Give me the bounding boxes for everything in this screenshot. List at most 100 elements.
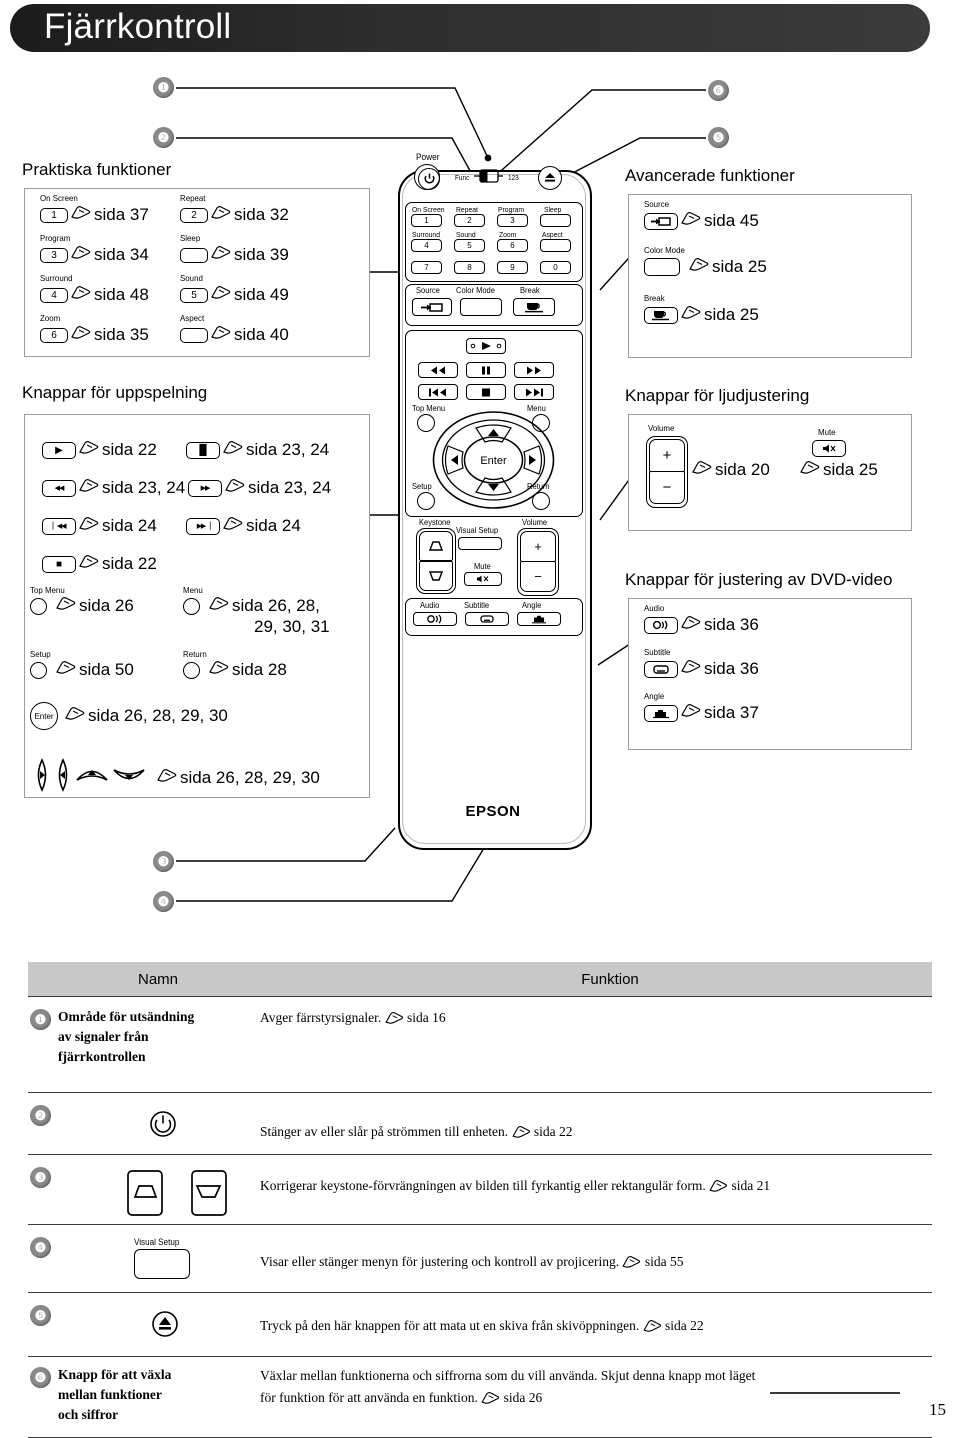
remote-label-angle: Angle — [522, 601, 542, 610]
practical-key-zoom[interactable]: 6 — [40, 327, 68, 343]
remote-pause-button[interactable] — [466, 362, 506, 378]
top-menu-button[interactable] — [30, 597, 47, 615]
return-button[interactable] — [183, 661, 200, 679]
pointer-hand-icon — [681, 704, 701, 722]
coffee-cup-icon[interactable] — [644, 306, 678, 324]
playback-ref-arrows: sida 26, 28, 29, 30 — [180, 767, 320, 787]
section-title-dvd: Knappar för justering av DVD-video — [625, 570, 893, 589]
remote-key-sleep[interactable] — [540, 214, 571, 227]
practical-key-program[interactable]: 3 — [40, 247, 68, 263]
practical-key-aspect[interactable] — [180, 327, 208, 343]
remote-key-aspect[interactable] — [540, 239, 571, 252]
eject-button[interactable] — [538, 166, 562, 190]
remote-label-power: Power — [416, 152, 440, 162]
table-row-num-6: ❻ — [30, 1367, 51, 1388]
pointer-hand-icon — [211, 326, 231, 344]
source-icon[interactable] — [644, 212, 678, 230]
prev-track-icon[interactable]: ▏◀◀ — [42, 517, 76, 535]
remote-audio-button[interactable] — [413, 612, 457, 626]
enter-button[interactable]: Enter — [30, 702, 58, 730]
func-ref: sida 21 — [731, 1178, 771, 1193]
playback-ref-rewind: sida 23, 24 — [102, 478, 186, 497]
practical-key-sleep[interactable] — [180, 247, 208, 263]
menu-button[interactable] — [183, 597, 200, 615]
advanced-ref-source: sida 45 — [704, 211, 759, 230]
practical-item-aspect: Aspect sida 40 — [180, 314, 289, 345]
remote-rewind-button[interactable] — [418, 362, 458, 378]
pointer-hand-icon — [71, 246, 91, 264]
remote-volume-rocker[interactable]: + − — [517, 528, 559, 596]
playback-ref-stop: sida 22 — [102, 554, 157, 573]
volume-down-button[interactable]: − — [649, 471, 685, 504]
remote-volume-up-button[interactable]: + — [520, 531, 556, 562]
next-track-icon[interactable]: ▶▶▕ — [186, 517, 220, 535]
remote-forward-button[interactable] — [514, 362, 554, 378]
remote-key-2[interactable]: 2 — [454, 214, 485, 227]
fastforward-icon[interactable]: ▶▶ — [188, 479, 222, 497]
remote-setup-button[interactable] — [417, 492, 435, 510]
advanced-item-colormode: Color Mode sida 25 — [644, 246, 767, 277]
svg-text:Enter: Enter — [480, 455, 507, 467]
remote-angle-button[interactable] — [517, 612, 561, 626]
func-123-switch[interactable] — [474, 167, 508, 190]
remote-return-button[interactable] — [532, 492, 550, 510]
func-text: Avger färrstyrsignaler. — [260, 1010, 382, 1025]
remote-stop-button[interactable] — [466, 384, 506, 400]
remote-next-button[interactable] — [514, 384, 554, 400]
volume-up-button[interactable]: + — [649, 439, 685, 472]
pointer-hand-icon — [622, 1253, 641, 1275]
name-line: och siffror — [58, 1407, 119, 1422]
remote-break-button[interactable] — [513, 298, 555, 316]
pointer-hand-icon — [800, 461, 820, 479]
remote-key-7[interactable]: 7 — [411, 261, 442, 274]
audio-icon[interactable] — [644, 616, 678, 634]
remote-key-1[interactable]: 1 — [411, 214, 442, 227]
remote-key-6[interactable]: 6 — [497, 239, 528, 252]
remote-key-8[interactable]: 8 — [454, 261, 485, 274]
remote-keystone-rocker[interactable] — [416, 528, 456, 594]
subtitle-icon[interactable] — [644, 660, 678, 678]
remote-visual-setup-button[interactable] — [458, 537, 502, 550]
practical-key-onscreen[interactable]: 1 — [40, 207, 68, 223]
practical-key-sound[interactable]: 5 — [180, 287, 208, 303]
stop-icon[interactable]: ■ — [42, 555, 76, 573]
pointer-hand-icon — [65, 707, 85, 725]
remote-source-button[interactable] — [412, 298, 452, 316]
playback-ref-topmenu: sida 26 — [79, 596, 134, 615]
keystone-down-icon[interactable] — [419, 561, 453, 591]
practical-ref-sleep: sida 39 — [234, 245, 289, 264]
remote-volume-down-button[interactable]: − — [520, 561, 556, 592]
remote-key-0[interactable]: 0 — [540, 261, 571, 274]
power-icon — [148, 1109, 178, 1144]
angle-icon[interactable] — [644, 704, 678, 722]
remote-key-3[interactable]: 3 — [497, 214, 528, 227]
remote-play-button[interactable] — [466, 338, 506, 354]
playback-item-arrows: sida 26, 28, 29, 30 — [32, 758, 320, 797]
remote-mute-button[interactable] — [464, 572, 502, 586]
direction-arrows-icon[interactable] — [32, 758, 152, 797]
pointer-hand-icon — [709, 1177, 728, 1199]
remote-colormode-button[interactable] — [460, 298, 502, 316]
remote-key-5[interactable]: 5 — [454, 239, 485, 252]
func-text-line2: för funktion för att använda en funktion… — [260, 1387, 920, 1411]
power-button[interactable] — [414, 164, 440, 190]
remote-key-4[interactable]: 4 — [411, 239, 442, 252]
practical-key-surround[interactable]: 4 — [40, 287, 68, 303]
mute-icon[interactable] — [812, 440, 846, 457]
blank-icon[interactable] — [644, 258, 680, 276]
volume-rocker[interactable]: + − — [646, 436, 688, 508]
pause-icon[interactable]: ▐▌ — [186, 441, 220, 459]
practical-label-onscreen: On Screen — [40, 193, 78, 203]
remote-label-colormode: Color Mode — [456, 286, 495, 295]
table-row-num-2: ❷ — [30, 1105, 51, 1126]
remote-prev-button[interactable] — [418, 384, 458, 400]
remote-key-9[interactable]: 9 — [497, 261, 528, 274]
play-icon[interactable]: ▶ — [42, 441, 76, 459]
rewind-icon[interactable]: ◀◀ — [42, 479, 76, 497]
remote-label-123: 123 — [508, 175, 519, 182]
setup-button[interactable] — [30, 661, 47, 679]
keystone-up-icon[interactable] — [419, 531, 453, 561]
remote-subtitle-button[interactable] — [465, 612, 509, 626]
practical-key-repeat[interactable]: 2 — [180, 207, 208, 223]
practical-item-program: Program 3 sida 34 — [40, 234, 149, 265]
